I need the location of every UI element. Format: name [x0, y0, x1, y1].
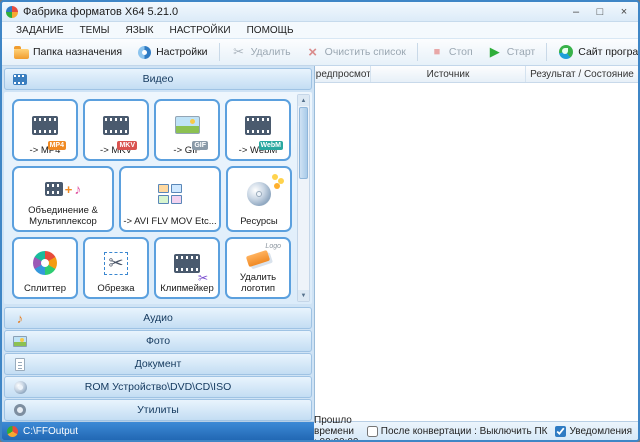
merge-icon: +♪	[16, 172, 110, 206]
scissors-icon	[87, 243, 145, 284]
output-path-label: C:\FFOutput	[23, 426, 78, 437]
tool-to-avi-flv-mov[interactable]: -> AVI FLV MOV Etc...	[119, 166, 221, 232]
menu-help[interactable]: ПОМОЩЬ	[239, 24, 302, 37]
document-icon	[12, 356, 28, 372]
mp4-badge: MP4	[48, 141, 66, 150]
output-folder-status[interactable]: C:\FFOutput	[2, 422, 314, 440]
tool-row-1: MP4 -> MP4 MKV -> MKV	[12, 99, 292, 161]
remove-button: Удалить	[225, 42, 297, 62]
film-icon: MKV	[87, 105, 145, 146]
mkv-badge: MKV	[117, 141, 137, 150]
settings-button[interactable]: Настройки	[130, 42, 214, 62]
menu-language[interactable]: ЯЗЫК	[118, 24, 162, 37]
start-icon	[487, 44, 503, 60]
gear-icon	[136, 44, 152, 60]
app-logo-icon	[6, 6, 18, 18]
toolbar-separator	[546, 43, 547, 61]
tool-row-2: +♪ Объединение & Мультиплексор -> AVI FL…	[12, 166, 292, 232]
tool-merge-mux[interactable]: +♪ Объединение & Мультиплексор	[12, 166, 114, 232]
music-note-icon	[12, 310, 28, 326]
notifications-checkbox[interactable]: Уведомления	[555, 426, 632, 437]
tool-remove-logo[interactable]: Logo Удалить логотип	[225, 237, 291, 299]
tool-to-mp4[interactable]: MP4 -> MP4	[12, 99, 78, 161]
logo-text: Logo	[265, 243, 281, 250]
sidebar-section-audio[interactable]: Аудио	[4, 307, 312, 329]
sidebar-section-document[interactable]: Документ	[4, 353, 312, 375]
sidebar-section-utilities[interactable]: Утилиты	[4, 399, 312, 421]
film-icon: WebM	[229, 105, 287, 146]
shutdown-checkbox-label: После конвертации : Выключить ПК	[381, 426, 548, 437]
tool-row-3: Сплиттер Обрезка Клипмейкер	[12, 237, 292, 299]
minimize-button[interactable]: –	[564, 4, 588, 20]
photo-icon	[12, 333, 28, 349]
start-button[interactable]: Старт	[481, 42, 542, 62]
elapsed-time-label: Прошло времени : 00:00:00	[314, 415, 359, 442]
website-button[interactable]: Сайт программы	[552, 42, 640, 62]
notifications-checkbox-label: Уведомления	[569, 426, 632, 437]
column-source[interactable]: Источник	[371, 66, 526, 82]
globe-icon	[558, 44, 574, 60]
folder-icon	[13, 44, 29, 60]
film-scissors-icon	[158, 243, 216, 284]
eraser-icon: Logo	[229, 243, 287, 273]
tool-to-gif[interactable]: GIF -> GIF	[154, 99, 220, 161]
statusbar: C:\FFOutput Прошло времени : 00:00:00 По…	[2, 421, 638, 440]
scroll-down-icon[interactable]	[298, 290, 309, 301]
toolbar-separator	[417, 43, 418, 61]
menu-task[interactable]: ЗАДАНИЕ	[8, 24, 72, 37]
main-area: Видео MP4 -> MP4 MKV	[2, 66, 638, 421]
filelist-body[interactable]	[315, 83, 638, 421]
toolbar: Папка назначения Настройки Удалить Очист…	[2, 39, 638, 66]
shutdown-checkbox-input[interactable]	[367, 426, 378, 437]
column-preview[interactable]: Предпросмотр	[315, 66, 371, 82]
picture-icon: GIF	[158, 105, 216, 146]
gif-badge: GIF	[192, 141, 208, 150]
sidebar-section-rom[interactable]: ROM Устройство\DVD\CD\ISO	[4, 376, 312, 398]
tool-resources[interactable]: Ресурсы	[226, 166, 292, 232]
tool-to-webm[interactable]: WebM -> WebM	[225, 99, 291, 161]
stop-button: Стоп	[423, 42, 479, 62]
output-folder-icon	[7, 426, 18, 437]
scroll-up-icon[interactable]	[298, 95, 309, 106]
statusbar-right: Прошло времени : 00:00:00 После конверта…	[314, 422, 638, 440]
maximize-button[interactable]: □	[588, 4, 612, 20]
toolbar-separator	[219, 43, 220, 61]
window-title: Фабрика форматов X64 5.21.0	[23, 6, 564, 18]
scrollbar-track[interactable]	[298, 106, 309, 290]
menu-themes[interactable]: ТЕМЫ	[72, 24, 118, 37]
filelist-panel: Предпросмотр Источник Результат / Состоя…	[314, 66, 638, 421]
film-icon: MP4	[16, 105, 74, 146]
tools-scrollbar[interactable]	[297, 94, 310, 302]
formats-grid-icon	[123, 172, 217, 217]
video-tools-panel: MP4 -> MP4 MKV -> MKV	[4, 92, 312, 304]
remove-icon	[231, 44, 247, 60]
stop-icon	[429, 44, 445, 60]
tool-splitter[interactable]: Сплиттер	[12, 237, 78, 299]
film-reel-icon	[16, 243, 74, 284]
clear-list-button: Очистить список	[299, 42, 412, 62]
column-result-state[interactable]: Результат / Состояние	[526, 66, 638, 82]
filelist-header: Предпросмотр Источник Результат / Состоя…	[315, 66, 638, 83]
menubar: ЗАДАНИЕ ТЕМЫ ЯЗЫК НАСТРОЙКИ ПОМОЩЬ	[2, 22, 638, 39]
shutdown-after-conversion-checkbox[interactable]: После конвертации : Выключить ПК	[367, 426, 548, 437]
disc-icon	[12, 379, 28, 395]
tool-crop[interactable]: Обрезка	[83, 237, 149, 299]
dest-folder-button[interactable]: Папка назначения	[7, 42, 128, 62]
notifications-checkbox-input[interactable]	[555, 426, 566, 437]
tool-clipmaker[interactable]: Клипмейкер	[154, 237, 220, 299]
clear-list-icon	[305, 44, 321, 60]
menu-settings[interactable]: НАСТРОЙКИ	[162, 24, 239, 37]
tools-icon	[12, 402, 28, 418]
sidebar-section-photo[interactable]: Фото	[4, 330, 312, 352]
app-window: Фабрика форматов X64 5.21.0 – □ × ЗАДАНИ…	[0, 0, 640, 442]
scrollbar-thumb[interactable]	[299, 107, 308, 179]
titlebar[interactable]: Фабрика форматов X64 5.21.0 – □ ×	[2, 2, 638, 22]
close-button[interactable]: ×	[612, 4, 636, 20]
video-icon	[12, 71, 28, 87]
sidebar-section-video[interactable]: Видео	[4, 68, 312, 90]
sidebar: Видео MP4 -> MP4 MKV	[2, 66, 314, 421]
webm-badge: WebM	[259, 141, 283, 150]
tool-to-mkv[interactable]: MKV -> MKV	[83, 99, 149, 161]
disc-flowers-icon	[230, 172, 288, 217]
